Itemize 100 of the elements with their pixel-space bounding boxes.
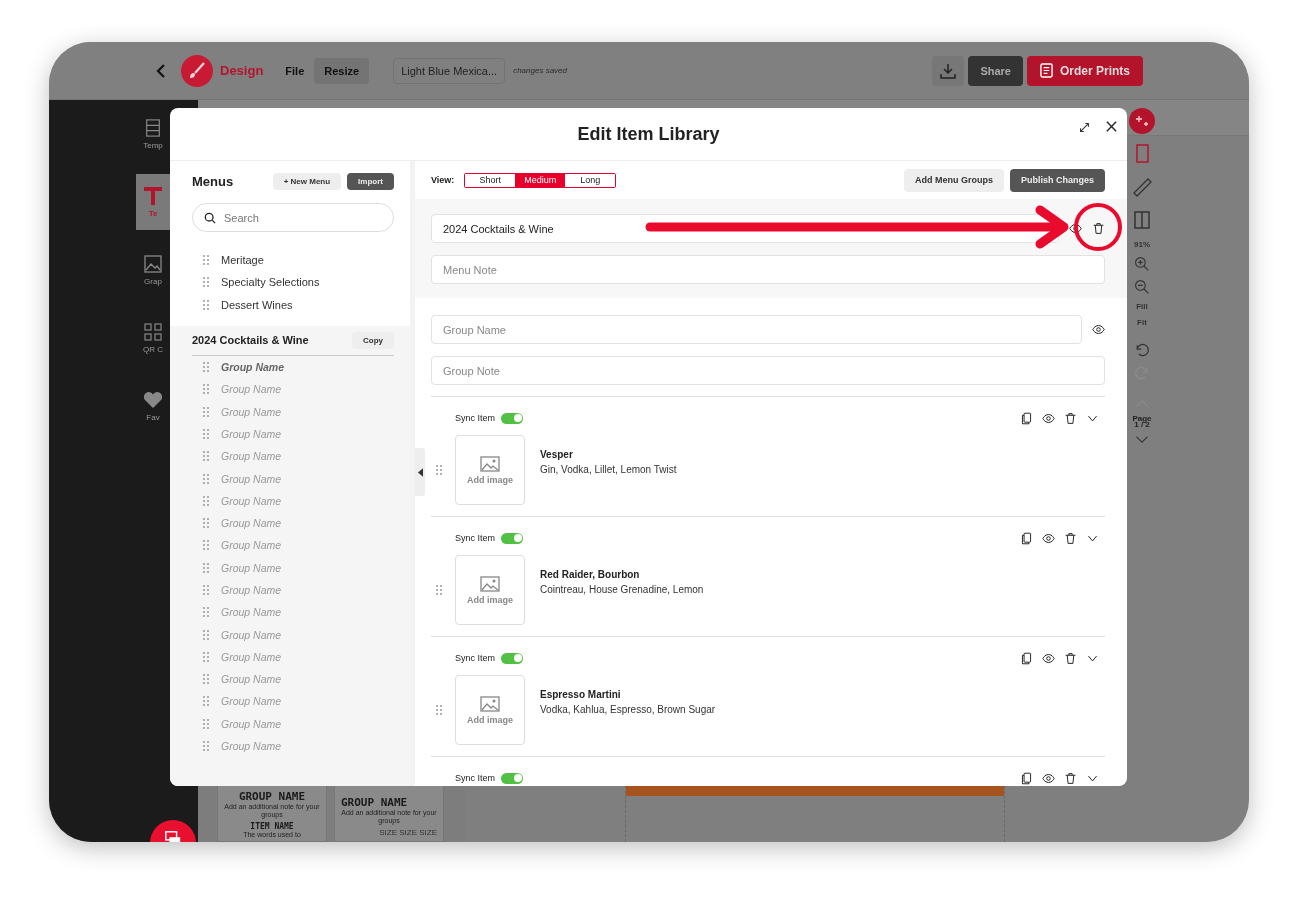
drag-handle-icon[interactable] xyxy=(203,277,209,288)
group-item[interactable]: Group Name xyxy=(221,517,282,530)
drag-handle-icon[interactable] xyxy=(203,495,209,506)
group-item[interactable]: Group Name xyxy=(221,561,282,574)
eye-icon[interactable] xyxy=(1042,531,1055,545)
sidebar-item[interactable]: QR C xyxy=(136,310,170,366)
close-icon[interactable] xyxy=(1105,120,1118,133)
resize-button[interactable]: Resize xyxy=(314,57,370,84)
copy-icon[interactable] xyxy=(1020,651,1033,665)
add-image-button[interactable]: Add image xyxy=(455,675,525,745)
drag-handle-icon[interactable] xyxy=(203,362,209,373)
group-item[interactable]: Group Name xyxy=(221,584,282,596)
drag-handle-icon[interactable] xyxy=(203,562,209,573)
menu-item[interactable]: Dessert Wines xyxy=(221,298,293,311)
group-item[interactable]: Group Name xyxy=(221,472,282,485)
eye-icon[interactable] xyxy=(1042,411,1055,425)
drag-handle-icon[interactable] xyxy=(203,585,209,595)
copy-icon[interactable] xyxy=(1020,771,1033,785)
document-title-field[interactable]: Light Blue Mexica... xyxy=(393,57,506,84)
drag-handle-icon[interactable] xyxy=(203,540,209,551)
order-prints-button[interactable]: Order Prints xyxy=(1026,55,1143,86)
trash-icon[interactable] xyxy=(1064,531,1077,545)
drag-handle-icon[interactable] xyxy=(203,629,209,640)
fill-button[interactable]: Fill xyxy=(1136,302,1148,311)
share-button[interactable]: Share xyxy=(968,55,1023,86)
group-item[interactable]: Group Name xyxy=(221,427,282,440)
eye-icon[interactable] xyxy=(1092,323,1105,336)
sync-toggle[interactable] xyxy=(501,532,523,544)
sidebar-label: Fav xyxy=(146,412,160,422)
new-menu-button[interactable]: + New Menu xyxy=(272,173,342,190)
back-icon[interactable] xyxy=(155,62,167,79)
expand-icon[interactable] xyxy=(1079,122,1090,133)
sync-toggle[interactable] xyxy=(501,652,523,664)
eye-icon[interactable] xyxy=(1042,771,1055,785)
sync-item-label: Sync Item xyxy=(455,533,495,543)
menu-note-field[interactable]: Menu Note xyxy=(431,255,1105,284)
group-item[interactable]: Group Name xyxy=(221,717,282,730)
drag-handle-icon[interactable] xyxy=(203,696,209,707)
grid-icon xyxy=(144,118,162,137)
add-image-button[interactable]: Add image xyxy=(455,435,525,505)
collapse-panel-handle[interactable] xyxy=(415,448,425,496)
drag-handle-icon[interactable] xyxy=(203,406,209,417)
eye-icon[interactable] xyxy=(1069,222,1082,235)
drag-handle-icon[interactable] xyxy=(203,518,209,529)
group-item[interactable]: Group Name xyxy=(221,494,282,507)
sync-toggle[interactable] xyxy=(501,772,523,784)
group-item[interactable]: Group Name xyxy=(221,695,282,708)
copy-icon[interactable] xyxy=(1020,411,1033,425)
sidebar-item[interactable]: Fav xyxy=(136,378,170,434)
group-item[interactable]: Group Name xyxy=(221,361,284,374)
drag-handle-icon[interactable] xyxy=(203,255,209,266)
drag-handle-icon[interactable] xyxy=(203,674,209,685)
group-item[interactable]: Group Name xyxy=(221,383,282,396)
trash-icon[interactable] xyxy=(1064,771,1077,785)
copy-icon[interactable] xyxy=(1020,531,1033,545)
sidebar-item[interactable]: Temp xyxy=(136,106,170,162)
drag-handle-icon[interactable] xyxy=(203,741,209,752)
drag-handle-icon[interactable] xyxy=(436,465,442,475)
publish-changes-button[interactable]: Publish Changes xyxy=(1010,168,1105,192)
group-name-field[interactable]: Group Name xyxy=(431,315,1082,344)
group-note-field[interactable]: Group Note xyxy=(431,356,1105,385)
menu-item[interactable]: Meritage xyxy=(221,254,264,267)
copy-button[interactable]: Copy xyxy=(352,331,394,349)
sidebar-item[interactable]: Grap xyxy=(136,242,170,298)
group-item[interactable]: Group Name xyxy=(221,606,282,619)
file-menu[interactable]: File xyxy=(285,64,305,77)
download-button[interactable] xyxy=(932,55,965,86)
undo-icon[interactable] xyxy=(1134,342,1150,358)
menu-item[interactable]: Specialty Selections xyxy=(221,276,320,289)
trash-icon[interactable] xyxy=(1064,411,1077,425)
group-item[interactable]: Group Name xyxy=(221,673,282,686)
import-button[interactable]: Import xyxy=(347,173,394,190)
trash-icon[interactable] xyxy=(1092,222,1105,235)
add-image-button[interactable]: Add image xyxy=(455,555,525,625)
view-option[interactable]: Medium xyxy=(515,173,566,187)
group-item[interactable]: Group Name xyxy=(221,539,282,552)
group-item[interactable]: Group Name xyxy=(221,405,282,418)
zoom-out-icon[interactable] xyxy=(1134,279,1150,295)
drag-handle-icon[interactable] xyxy=(203,299,209,310)
fit-button[interactable]: Fit xyxy=(1137,318,1147,327)
trash-icon[interactable] xyxy=(1064,651,1077,665)
sync-toggle[interactable] xyxy=(501,412,523,424)
eye-icon[interactable] xyxy=(1042,651,1055,665)
drag-handle-icon[interactable] xyxy=(203,473,209,484)
sparkle-button-icon[interactable] xyxy=(1129,108,1155,134)
drag-handle-icon[interactable] xyxy=(203,607,209,618)
search-field[interactable]: Search xyxy=(192,203,394,232)
group-item[interactable]: Group Name xyxy=(221,740,282,753)
group-item[interactable]: Group Name xyxy=(221,650,282,663)
drag-handle-icon[interactable] xyxy=(203,718,209,729)
zoom-in-icon[interactable] xyxy=(1134,256,1150,272)
group-item[interactable]: Group Name xyxy=(221,450,282,463)
drag-handle-icon[interactable] xyxy=(436,585,442,595)
drag-handle-icon[interactable] xyxy=(203,651,209,662)
drag-handle-icon[interactable] xyxy=(203,384,209,395)
drag-handle-icon[interactable] xyxy=(203,451,209,462)
add-menu-groups-button[interactable]: Add Menu Groups xyxy=(904,168,1004,192)
drag-handle-icon[interactable] xyxy=(203,428,209,439)
drag-handle-icon[interactable] xyxy=(436,705,442,715)
group-item[interactable]: Group Name xyxy=(221,628,282,641)
